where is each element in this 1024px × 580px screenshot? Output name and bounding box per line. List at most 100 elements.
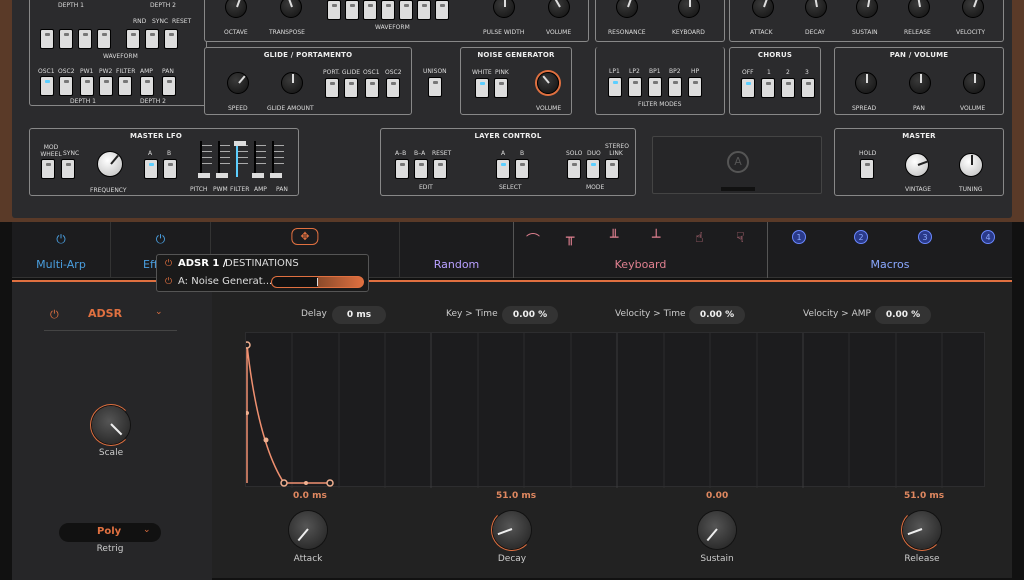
- destination-amount-slider[interactable]: [271, 276, 364, 288]
- hp-button[interactable]: [688, 77, 702, 97]
- osc-wave-4-button[interactable]: [381, 0, 395, 20]
- envelope-graph[interactable]: [245, 332, 985, 488]
- keyboard-mod-6-icon[interactable]: ☟: [736, 230, 745, 246]
- wave-sine-button[interactable]: [40, 29, 54, 49]
- white-noise-button[interactable]: [475, 78, 489, 98]
- osc-wave-1-button[interactable]: [327, 0, 341, 20]
- osc-wave-3-button[interactable]: [363, 0, 377, 20]
- mod-wheel-button[interactable]: [41, 159, 55, 179]
- tab-macros[interactable]: 1 2 3 4 Macros: [768, 222, 1012, 278]
- scale-knob[interactable]: [92, 406, 130, 444]
- chorus-2-button[interactable]: [781, 78, 795, 98]
- tab-keyboard[interactable]: ⌒ ╥ ╨ ┴ ☝ ☟ Keyboard: [514, 222, 768, 278]
- keyboard-mod-3-icon[interactable]: ╨: [610, 230, 618, 246]
- pulse-width-knob[interactable]: [493, 0, 515, 18]
- chevron-down-icon[interactable]: ⌄: [155, 307, 163, 317]
- popup-power-icon[interactable]: ⏻: [165, 259, 172, 269]
- lfo-sync-button[interactable]: [61, 159, 75, 179]
- tab-random[interactable]: Random: [400, 222, 514, 278]
- dest-amp-button[interactable]: [140, 76, 154, 96]
- dest-pw1-button[interactable]: [80, 76, 94, 96]
- release-top-knob[interactable]: [908, 0, 930, 18]
- copy-b-a-button[interactable]: [414, 159, 428, 179]
- pan-knob[interactable]: [909, 72, 931, 94]
- noise-volume-knob[interactable]: [537, 72, 559, 94]
- velocity-top-knob[interactable]: [962, 0, 984, 18]
- chorus-3-button[interactable]: [801, 78, 815, 98]
- spread-knob[interactable]: [855, 72, 877, 94]
- dest-pw2-button[interactable]: [99, 76, 113, 96]
- osc-wave-2-button[interactable]: [345, 0, 359, 20]
- lfo-fader-pwm[interactable]: [216, 141, 230, 178]
- frequency-knob[interactable]: [97, 151, 123, 177]
- destination-name[interactable]: A: Noise Generat...: [178, 276, 272, 287]
- macro-1-icon[interactable]: 1: [792, 230, 806, 244]
- sustain-knob[interactable]: [698, 511, 736, 549]
- hold-button[interactable]: [860, 159, 874, 179]
- bp1-button[interactable]: [648, 77, 662, 97]
- osc-volume-knob[interactable]: [548, 0, 570, 18]
- glide-osc2-button[interactable]: [386, 78, 400, 98]
- chorus-off-button[interactable]: [741, 78, 755, 98]
- key-time-value[interactable]: 0.00 %: [502, 306, 558, 324]
- lp2-button[interactable]: [628, 77, 642, 97]
- pv-volume-knob[interactable]: [963, 72, 985, 94]
- bp2-button[interactable]: [668, 77, 682, 97]
- glide-osc1-button[interactable]: [365, 78, 379, 98]
- tab-multi-arp[interactable]: ⏻ Multi-Arp: [12, 222, 111, 278]
- decay-knob[interactable]: [493, 511, 531, 549]
- vel-time-value[interactable]: 0.00 %: [689, 306, 745, 324]
- wave-reset-button[interactable]: [164, 29, 178, 49]
- stereo-link-button[interactable]: [605, 159, 619, 179]
- copy-a-b-button[interactable]: [395, 159, 409, 179]
- attack-knob[interactable]: [289, 511, 327, 549]
- speed-knob[interactable]: [227, 72, 249, 94]
- port-button[interactable]: [325, 78, 339, 98]
- lfo-fader-pitch[interactable]: [198, 141, 212, 178]
- keyboard-mod-4-icon[interactable]: ┴: [652, 230, 660, 246]
- osc-wave-6-button[interactable]: [417, 0, 431, 20]
- duo-button[interactable]: [586, 159, 600, 179]
- attack-top-knob[interactable]: [752, 0, 774, 18]
- destination-power-icon[interactable]: ⏻: [165, 277, 172, 287]
- keyboard-knob[interactable]: [678, 0, 700, 18]
- select-b-button[interactable]: [515, 159, 529, 179]
- wave-ramp-button[interactable]: [78, 29, 92, 49]
- osc-wave-5-button[interactable]: [399, 0, 413, 20]
- keyboard-mod-2-icon[interactable]: ╥: [566, 230, 574, 246]
- release-knob[interactable]: [903, 511, 941, 549]
- lfo-b-button[interactable]: [163, 159, 177, 179]
- decay-top-knob[interactable]: [805, 0, 827, 18]
- adsr-power-icon[interactable]: ⏻: [50, 308, 59, 322]
- select-a-button[interactable]: [496, 159, 510, 179]
- octave-knob[interactable]: [225, 0, 247, 18]
- lp1-button[interactable]: [608, 77, 622, 97]
- transpose-knob[interactable]: [280, 0, 302, 18]
- solo-button[interactable]: [567, 159, 581, 179]
- glide-amount-knob[interactable]: [281, 72, 303, 94]
- osc-wave-7-button[interactable]: [435, 0, 449, 20]
- macro-2-icon[interactable]: 2: [854, 230, 868, 244]
- lfo-fader-pan[interactable]: [270, 141, 284, 178]
- power-icon[interactable]: ⏻: [56, 232, 66, 247]
- macro-4-icon[interactable]: 4: [981, 230, 995, 244]
- retrig-dropdown[interactable]: Poly ⌄: [59, 523, 161, 542]
- pink-noise-button[interactable]: [494, 78, 508, 98]
- wave-rnd-button[interactable]: [126, 29, 140, 49]
- tuning-knob[interactable]: [959, 153, 983, 177]
- adsr-name[interactable]: ADSR: [88, 307, 122, 320]
- lfo-fader-filter[interactable]: [234, 141, 248, 177]
- dest-osc2-button[interactable]: [59, 76, 73, 96]
- move-icon[interactable]: ✥: [291, 228, 319, 245]
- unison-button[interactable]: [428, 77, 442, 97]
- delay-value[interactable]: 0 ms: [332, 306, 386, 324]
- dest-pan-button[interactable]: [162, 76, 176, 96]
- sustain-top-knob[interactable]: [856, 0, 878, 18]
- wave-saw-button[interactable]: [59, 29, 73, 49]
- power-icon[interactable]: ⏻: [156, 232, 166, 247]
- dest-filter-button[interactable]: [118, 76, 132, 96]
- chorus-1-button[interactable]: [761, 78, 775, 98]
- resonance-knob[interactable]: [616, 0, 638, 18]
- wave-square-button[interactable]: [97, 29, 111, 49]
- keyboard-mod-5-icon[interactable]: ☝: [695, 230, 704, 246]
